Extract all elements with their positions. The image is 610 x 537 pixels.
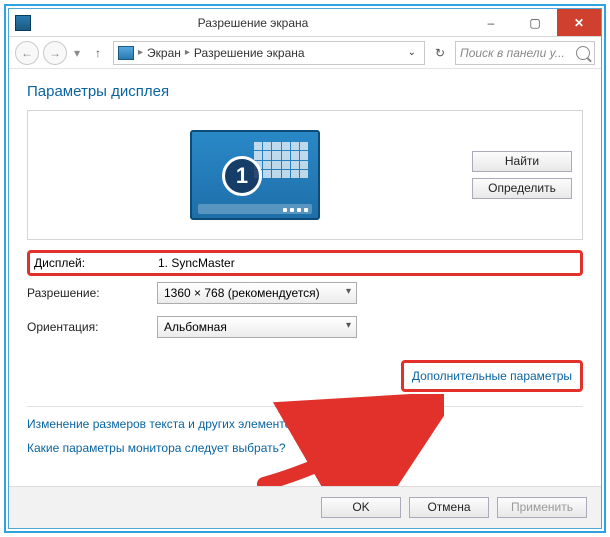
maximize-button[interactable]: ▢ — [513, 9, 557, 36]
history-dropdown[interactable]: ▾ — [71, 46, 83, 60]
find-button[interactable]: Найти — [472, 151, 572, 172]
breadcrumb-item[interactable]: Экран — [147, 46, 181, 60]
monitor-help-link[interactable]: Какие параметры монитора следует выбрать… — [27, 441, 583, 455]
highlight-display-row: Дисплей: 1. SyncMaster — [27, 250, 583, 276]
titlebar: Разрешение экрана – ▢ ✕ — [9, 9, 601, 37]
text-size-link[interactable]: Изменение размеров текста и других элеме… — [27, 417, 583, 431]
annotation-arrow — [254, 394, 444, 486]
display-preview-panel: 1 Найти Определить — [27, 110, 583, 240]
chevron-right-icon: ▸ — [185, 47, 190, 58]
monitor-icon — [118, 46, 134, 60]
resolution-label: Разрешение: — [27, 286, 157, 300]
content-area: Параметры дисплея 1 Найти Определить Дис… — [9, 69, 601, 486]
search-input[interactable]: Поиск в панели у... — [455, 41, 595, 65]
orientation-label: Ориентация: — [27, 320, 157, 334]
cancel-button[interactable]: Отмена — [409, 497, 489, 518]
settings-form: Дисплей: 1. SyncMaster Разрешение: 1360 … — [27, 250, 583, 344]
up-button[interactable]: ↑ — [87, 42, 109, 64]
minimize-button[interactable]: – — [469, 9, 513, 36]
search-icon — [576, 46, 590, 60]
display-label: Дисплей: — [34, 256, 158, 270]
advanced-settings-link[interactable]: Дополнительные параметры — [412, 369, 572, 383]
close-button[interactable]: ✕ — [557, 9, 601, 36]
chevron-down-icon[interactable]: ⌄ — [408, 47, 420, 58]
navbar: ← → ▾ ↑ ▸ Экран ▸ Разрешение экрана ⌄ ↻ … — [9, 37, 601, 69]
breadcrumb-item[interactable]: Разрешение экрана — [194, 46, 305, 60]
breadcrumb[interactable]: ▸ Экран ▸ Разрешение экрана ⌄ — [113, 41, 425, 65]
system-icon — [15, 15, 31, 31]
chevron-right-icon: ▸ — [138, 47, 143, 58]
search-placeholder: Поиск в панели у... — [460, 46, 576, 60]
monitor-number: 1 — [222, 156, 262, 196]
apply-button[interactable]: Применить — [497, 497, 587, 518]
window-title: Разрешение экрана — [37, 16, 469, 30]
refresh-button[interactable]: ↻ — [429, 42, 451, 64]
resolution-select[interactable]: 1360 × 768 (рекомендуется) — [157, 282, 357, 304]
monitor-thumbnail[interactable]: 1 — [190, 130, 320, 220]
display-select[interactable]: 1. SyncMaster — [158, 256, 270, 270]
ok-button[interactable]: OK — [321, 497, 401, 518]
highlight-advanced-link: Дополнительные параметры — [401, 360, 583, 392]
page-title: Параметры дисплея — [27, 83, 583, 100]
detect-button[interactable]: Определить — [472, 178, 572, 199]
back-button[interactable]: ← — [15, 41, 39, 65]
divider — [27, 406, 583, 407]
forward-button[interactable]: → — [43, 41, 67, 65]
orientation-select[interactable]: Альбомная — [157, 316, 357, 338]
footer: OK Отмена Применить — [9, 486, 601, 528]
